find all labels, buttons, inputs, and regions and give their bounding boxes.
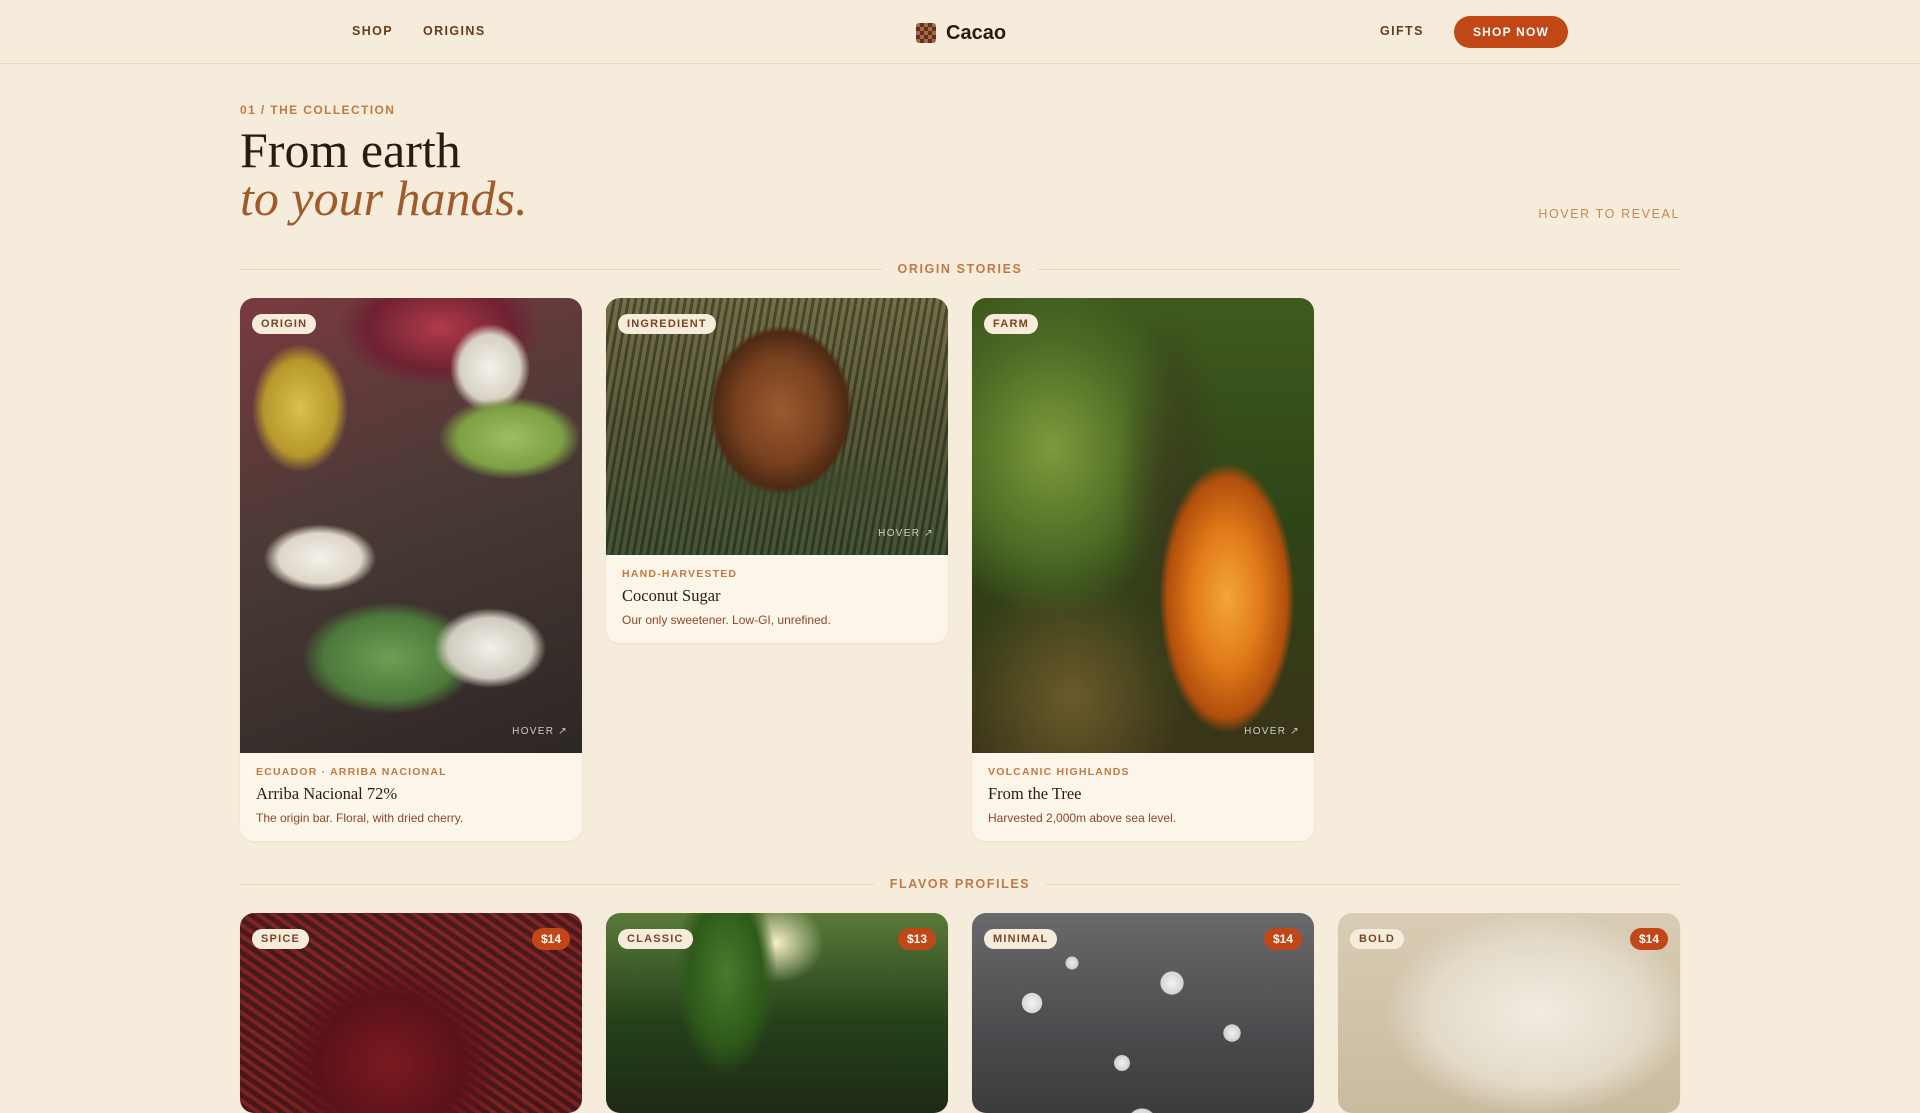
brand-name: Cacao [946,21,1007,44]
cacao-tree-image: FARM HOVER ↗ [972,298,1314,753]
hover-hint: HOVER TO REVEAL [1538,207,1680,221]
coconut-image: INGREDIENT HOVER ↗ [606,298,948,555]
card-kicker: ECUADOR · ARRIBA NACIONAL [256,766,447,778]
hover-indicator: HOVER ↗ [1244,726,1300,737]
nav-link-gifts[interactable]: GIFTS [1380,24,1424,38]
divider-line [240,883,874,885]
cacao-pods-image: ORIGIN HOVER ↗ [240,298,582,753]
card-tag: SPICE [252,929,310,949]
divider-line [1038,268,1680,270]
dried-chili-image: SPICE $14 [240,913,582,1113]
origin-card-coconut-sugar[interactable]: INGREDIENT HOVER ↗ HAND-HARVESTED Coconu… [606,298,948,643]
top-nav: SHOP ORIGINS Cacao GIFTS SHOP NOW [0,0,1920,64]
flavor-card-spice[interactable]: SPICE $14 [240,913,582,1113]
origin-card-from-the-tree[interactable]: FARM HOVER ↗ VOLCANIC HIGHLANDS From the… [972,298,1314,841]
page-title-line2: to your hands. [240,170,528,226]
card-description: The origin bar. Floral, with dried cherr… [256,811,464,825]
price-badge: $13 [897,928,936,950]
flavor-profiles-divider: FLAVOR PROFILES [240,876,1680,892]
card-title: From the Tree [988,784,1082,803]
brand-logo[interactable]: Cacao [916,19,1006,47]
card-kicker: VOLCANIC HIGHLANDS [988,766,1130,778]
price-badge: $14 [1263,928,1302,950]
card-tag: MINIMAL [984,929,1058,949]
card-description: Harvested 2,000m above sea level. [988,811,1177,825]
hover-indicator: HOVER ↗ [512,726,568,737]
vanilla-plant-image: CLASSIC $13 [606,913,948,1113]
card-tag: FARM [984,314,1038,334]
hover-indicator: HOVER ↗ [878,528,934,539]
price-badge: $14 [531,928,570,950]
sea-salt-image: MINIMAL $14 [972,913,1314,1113]
page-title-line1: From earth [240,122,461,178]
nav-link-origins[interactable]: ORIGINS [423,24,486,38]
textured-paper-image: BOLD $14 [1338,913,1680,1113]
origin-stories-divider: ORIGIN STORIES [240,261,1680,277]
flavor-card-minimal[interactable]: MINIMAL $14 [972,913,1314,1113]
card-title: Coconut Sugar [622,586,721,605]
nav-link-shop[interactable]: SHOP [352,24,393,38]
flavor-card-classic[interactable]: CLASSIC $13 [606,913,948,1113]
card-tag: BOLD [1350,929,1404,949]
card-tag: INGREDIENT [618,314,716,334]
divider-line [1046,883,1680,885]
card-tag: CLASSIC [618,929,693,949]
flavor-card-bold[interactable]: BOLD $14 [1338,913,1680,1113]
card-title: Arriba Nacional 72% [256,784,398,803]
card-tag: ORIGIN [252,314,317,334]
shop-now-button[interactable]: SHOP NOW [1454,16,1568,48]
divider-line [240,268,882,270]
card-description: Our only sweetener. Low-GI, unrefined. [622,613,831,627]
origin-stories-heading: ORIGIN STORIES [897,262,1023,276]
origin-card-arriba[interactable]: ORIGIN HOVER ↗ ECUADOR · ARRIBA NACIONAL… [240,298,582,841]
section-eyebrow: 01 / THE COLLECTION [240,103,396,117]
price-badge: $14 [1629,928,1668,950]
card-kicker: HAND-HARVESTED [622,568,738,580]
flavor-profiles-heading: FLAVOR PROFILES [889,877,1031,891]
cacao-logo-icon [916,23,936,43]
